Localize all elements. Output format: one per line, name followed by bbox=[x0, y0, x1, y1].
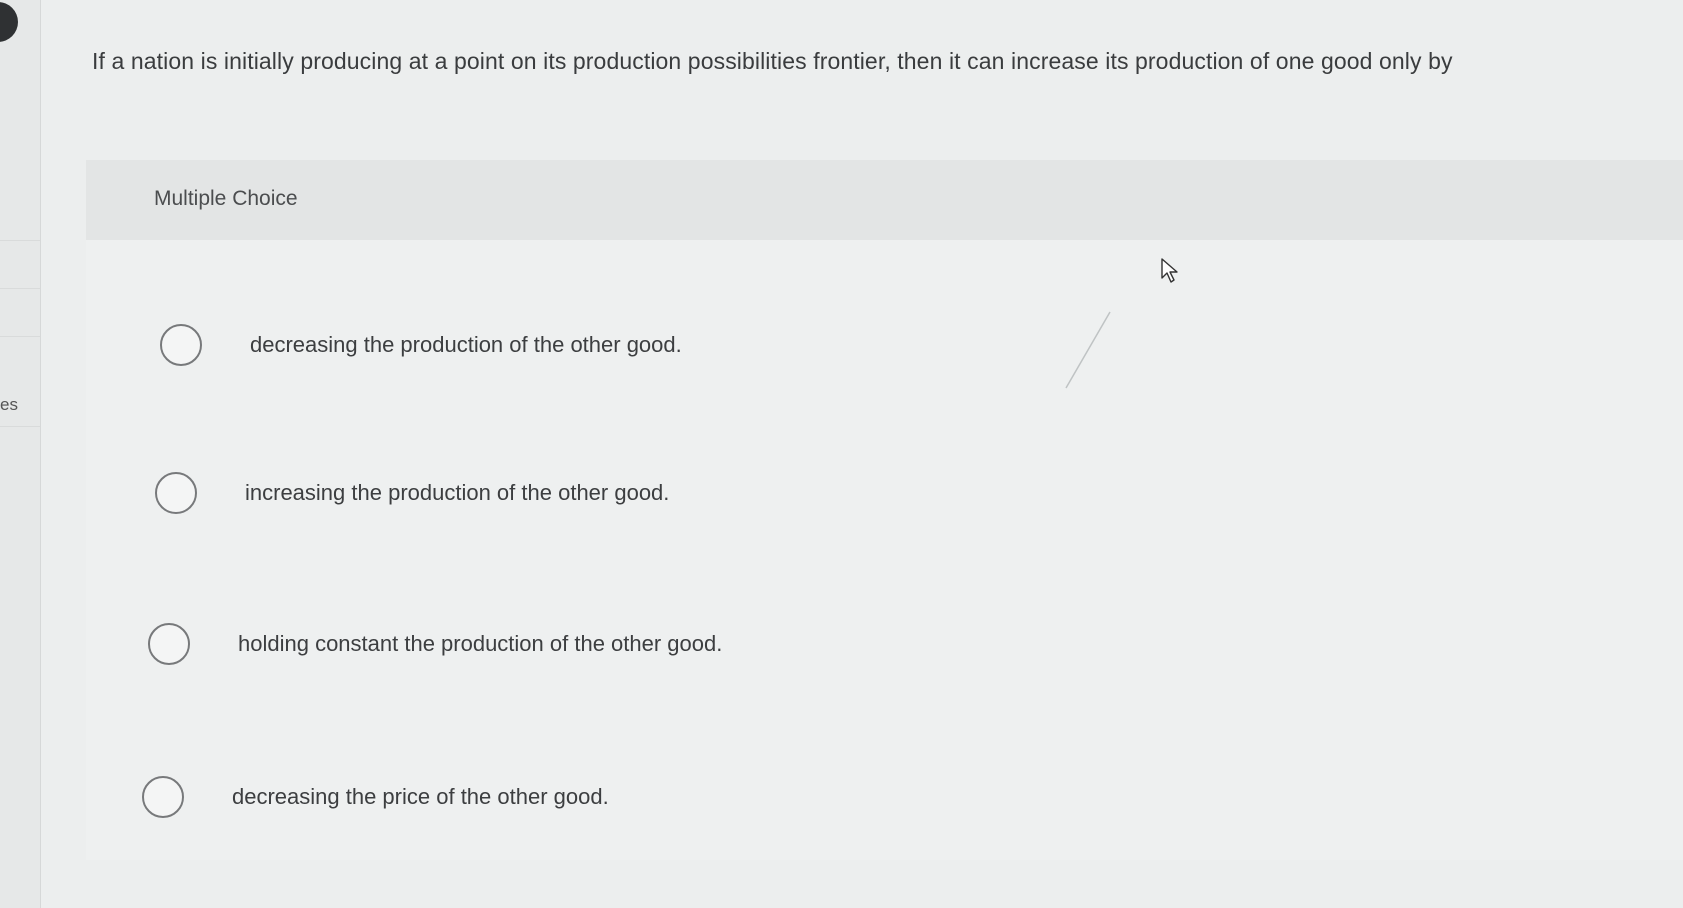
sidebar-item[interactable] bbox=[0, 240, 40, 289]
answer-option-label[interactable]: decreasing the price of the other good. bbox=[232, 784, 609, 810]
answer-option-3[interactable]: holding constant the production of the o… bbox=[148, 594, 722, 694]
answer-option-label[interactable]: holding constant the production of the o… bbox=[238, 631, 722, 657]
radio-button-icon[interactable] bbox=[142, 776, 184, 818]
sidebar-item[interactable] bbox=[0, 288, 40, 337]
question-type-label: Multiple Choice bbox=[154, 187, 298, 210]
radio-button-icon[interactable] bbox=[148, 623, 190, 665]
mouse-pointer-icon bbox=[1161, 258, 1178, 283]
stray-pen-mark bbox=[1065, 311, 1111, 389]
answer-option-label[interactable]: increasing the production of the other g… bbox=[245, 480, 669, 506]
question-prompt: If a nation is initially producing at a … bbox=[92, 48, 1453, 74]
left-sidebar: es bbox=[0, 0, 41, 908]
answer-option-2[interactable]: increasing the production of the other g… bbox=[155, 443, 669, 543]
question-type-header: Multiple Choice bbox=[86, 160, 1683, 240]
sidebar-panel bbox=[0, 90, 40, 241]
answer-option-label[interactable]: decreasing the production of the other g… bbox=[250, 332, 682, 358]
sidebar-badge-icon[interactable] bbox=[0, 2, 18, 42]
radio-button-icon[interactable] bbox=[155, 472, 197, 514]
sidebar-partial-label: es bbox=[0, 395, 18, 414]
radio-button-icon[interactable] bbox=[160, 324, 202, 366]
answer-option-4[interactable]: decreasing the price of the other good. bbox=[142, 747, 609, 847]
answer-option-1[interactable]: decreasing the production of the other g… bbox=[160, 295, 682, 395]
